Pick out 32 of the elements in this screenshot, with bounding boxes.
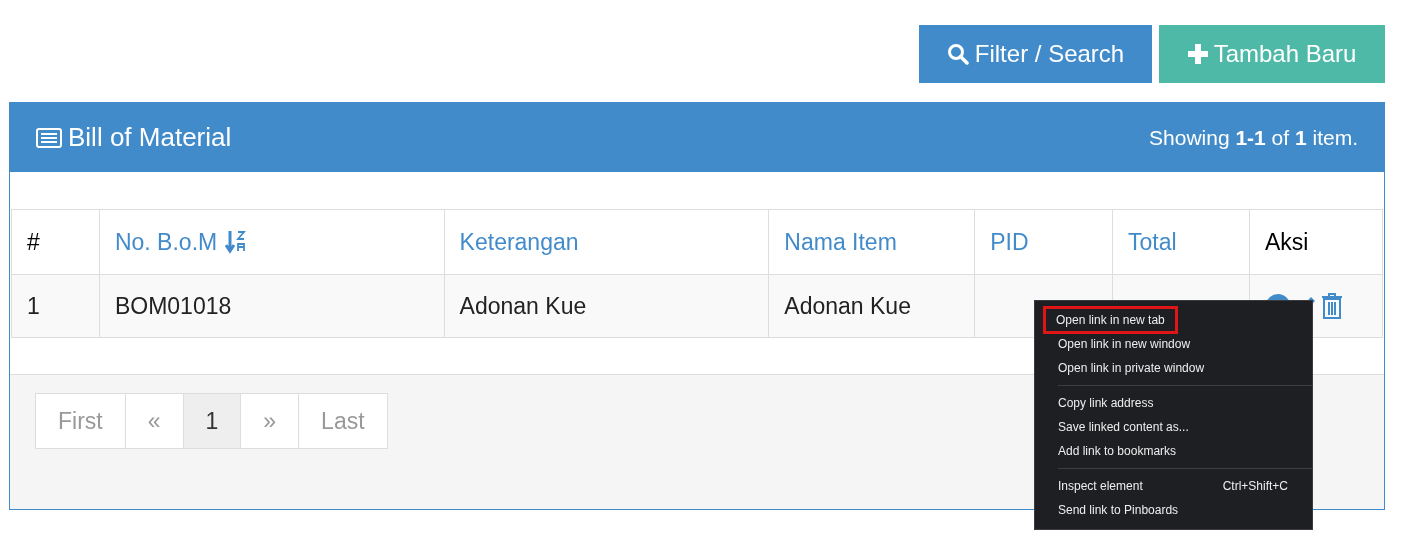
table-cell: 1 [27,292,40,319]
panel-title: Bill of Material [68,122,232,153]
add-new-button[interactable]: Tambah Baru [1159,25,1385,83]
menu-item[interactable]: Inspect element [1058,476,1143,496]
menu-item[interactable]: Open link in new tab [1046,309,1175,331]
column-header: Aksi [1265,228,1309,256]
pagination-button[interactable]: « [124,393,184,449]
menu-item[interactable]: Open link in new window [1058,334,1191,354]
table-cell: Adonan Kue [459,292,587,319]
menu-item[interactable]: Save linked content as... [1058,417,1189,437]
pagination-button[interactable]: Last [298,393,388,449]
item-count-summary: Showing 1-1 of 1 item. [1149,125,1358,150]
table-cell: Adonan Kue [784,292,911,319]
pagination-button[interactable]: » [240,393,300,449]
pagination-button[interactable]: First [35,393,126,449]
menu-item[interactable]: Open link in private window [1058,358,1205,378]
menu-item[interactable]: Add link to bookmarks [1058,441,1177,461]
column-header[interactable]: PID [990,228,1029,256]
shortcut-label: Ctrl+Shift+C [1222,479,1288,493]
list-icon [36,127,62,148]
pagination-button[interactable]: 1 [182,393,242,449]
trash-icon[interactable] [1321,293,1343,319]
menu-item[interactable]: Copy link address [1058,393,1154,413]
table-cell: BOM01018 [114,292,232,319]
search-icon [946,43,969,65]
menu-item[interactable]: Send link to Pinboards [1058,500,1179,520]
column-header[interactable]: No. B.o.M [114,228,218,256]
column-header: # [27,228,40,256]
column-header[interactable]: Keterangan [459,228,579,256]
plus-icon [1187,44,1208,64]
filter-search-button[interactable]: Filter / Search [919,25,1152,83]
column-header[interactable]: Total [1128,228,1177,256]
